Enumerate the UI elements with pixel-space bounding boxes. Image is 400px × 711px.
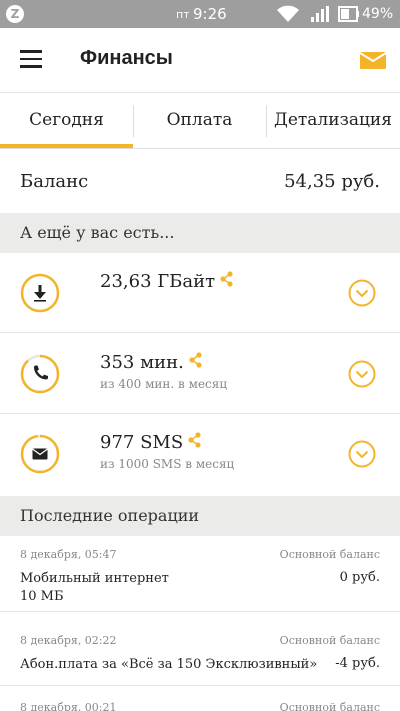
tab-details[interactable]: Детализация <box>266 93 400 149</box>
status-bar: Z пт 9:26 49% <box>0 0 400 28</box>
battery-icon <box>338 6 359 22</box>
status-time: 9:26 <box>193 5 227 23</box>
internet-amount: 23,63 ГБайт <box>100 271 235 292</box>
page-title: Финансы <box>80 47 173 69</box>
minutes-amount-text: 353 мин. <box>100 352 184 373</box>
balance-label: Баланс <box>20 171 89 192</box>
operation-item[interactable]: 8 декабря, 02:22 Основной баланс Абон.пл… <box>0 622 400 686</box>
balance-row[interactable]: Баланс 54,35 руб. <box>0 149 400 213</box>
resource-minutes-row[interactable]: 353 мин. из 400 мин. в месяц <box>0 334 400 414</box>
chevron-down-icon[interactable] <box>348 360 376 388</box>
operation-name: Мобильный интернет 10 МБ <box>20 571 169 604</box>
operation-account: Основной баланс <box>279 548 380 561</box>
tab-payment[interactable]: Оплата <box>133 93 266 149</box>
operation-item[interactable]: 8 декабря, 00:21 Основной баланс <box>0 688 400 711</box>
battery-percent: 49% <box>362 6 394 22</box>
operation-name: Абон.плата за «Всё за 150 Эксклюзивный» <box>20 657 318 672</box>
signal-icon <box>311 6 329 22</box>
operation-amount: -4 руб. <box>335 656 380 671</box>
internet-amount-text: 23,63 ГБайт <box>100 271 216 292</box>
tab-today[interactable]: Сегодня <box>0 93 133 149</box>
minutes-usage-ring <box>20 354 60 394</box>
chevron-down-icon[interactable] <box>348 440 376 468</box>
mail-icon[interactable] <box>360 50 386 70</box>
share-icon <box>189 352 202 368</box>
hamburger-menu-icon[interactable] <box>20 50 42 68</box>
share-icon <box>220 271 233 287</box>
operations-heading: Последние операции <box>0 496 400 536</box>
envelope-icon <box>32 448 48 460</box>
operation-date: 8 декабря, 02:22 <box>20 634 117 647</box>
operation-date: 8 декабря, 00:21 <box>20 701 117 711</box>
app-notification-icon: Z <box>6 5 24 23</box>
minutes-amount: 353 мин. <box>100 352 204 373</box>
resource-sms-row[interactable]: 977 SMS из 1000 SMS в месяц <box>0 414 400 494</box>
phone-icon <box>34 365 48 380</box>
share-icon <box>188 432 201 448</box>
sms-detail: из 1000 SMS в месяц <box>100 457 235 471</box>
sms-amount: 977 SMS <box>100 432 203 453</box>
operation-date: 8 декабря, 05:47 <box>20 548 117 561</box>
wifi-icon <box>277 5 299 22</box>
resource-internet-row[interactable]: 23,63 ГБайт <box>0 253 400 333</box>
operation-account: Основной баланс <box>279 701 380 711</box>
sms-usage-ring <box>20 434 60 474</box>
internet-usage-ring <box>20 273 60 313</box>
balance-value: 54,35 руб. <box>284 171 380 192</box>
operation-account: Основной баланс <box>279 634 380 647</box>
status-day: пт <box>176 8 190 21</box>
app-header: Финансы <box>0 28 400 92</box>
download-icon <box>34 285 46 302</box>
chevron-down-icon[interactable] <box>348 279 376 307</box>
minutes-detail: из 400 мин. в месяц <box>100 377 228 391</box>
extras-heading: А ещё у вас есть... <box>0 213 400 253</box>
operation-item[interactable]: 8 декабря, 05:47 Основной баланс Мобильн… <box>0 536 400 612</box>
operation-amount: 0 руб. <box>339 570 380 585</box>
sms-amount-text: 977 SMS <box>100 432 184 453</box>
tab-bar: Сегодня Оплата Детализация <box>0 92 400 149</box>
